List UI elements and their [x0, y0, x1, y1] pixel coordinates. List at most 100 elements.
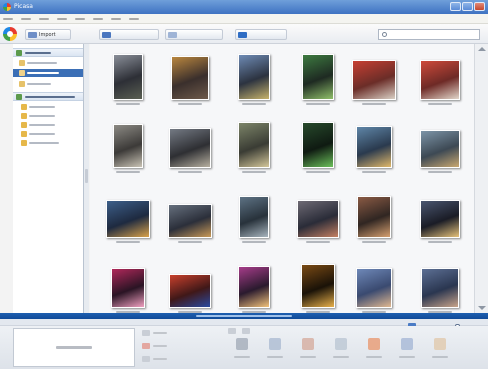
photo-thumbnail[interactable] [168, 204, 212, 238]
clear-label [153, 344, 167, 347]
search-input[interactable] [389, 30, 479, 39]
splitter-grip[interactable] [85, 169, 88, 183]
menu-item-1[interactable] [3, 14, 13, 24]
photo-1[interactable] [113, 54, 143, 106]
photo-thumbnail[interactable] [420, 60, 460, 100]
menu-item-8[interactable] [129, 14, 139, 24]
photo-thumbnail[interactable] [421, 268, 459, 308]
search-icon [382, 32, 387, 37]
photo-thumbnail[interactable] [352, 60, 396, 100]
photo-24[interactable] [421, 268, 459, 313]
photo-6[interactable] [420, 60, 460, 106]
photo-caption [116, 103, 140, 105]
photo-thumbnail[interactable] [238, 122, 270, 168]
minimize-button[interactable] [450, 2, 461, 11]
close-button[interactable] [474, 2, 485, 11]
sidebar-splitter[interactable] [84, 44, 89, 313]
slideshow-button[interactable] [99, 29, 159, 40]
sidebar-item-3[interactable] [13, 81, 83, 87]
shop-button[interactable] [359, 334, 389, 364]
photo-19[interactable] [111, 268, 145, 313]
photo-21[interactable] [238, 266, 270, 313]
photo-thumbnail[interactable] [420, 130, 460, 168]
photo-8[interactable] [169, 128, 211, 174]
sidebar-item-2[interactable] [13, 69, 83, 77]
photo-4[interactable] [302, 54, 334, 106]
photo-22[interactable] [301, 264, 335, 313]
photo-23[interactable] [356, 268, 392, 313]
photo-thumbnail[interactable] [420, 200, 460, 238]
sidebar-item-8[interactable] [13, 140, 83, 146]
photo-thumbnail[interactable] [113, 124, 143, 168]
search-box[interactable] [378, 29, 480, 40]
photo-20[interactable] [169, 274, 211, 313]
photo-3[interactable] [238, 54, 270, 106]
photo-11[interactable] [356, 126, 392, 174]
share-label [234, 356, 250, 358]
photo-thumbnail[interactable] [169, 274, 211, 308]
print-button[interactable] [293, 334, 323, 364]
photo-thumbnail[interactable] [357, 196, 391, 238]
menu-item-6[interactable] [93, 14, 103, 24]
share-button[interactable] [227, 334, 257, 364]
photo-thumbnail[interactable] [302, 54, 334, 100]
photo-10[interactable] [302, 122, 334, 174]
add-to-button[interactable] [142, 354, 167, 363]
photo-7[interactable] [113, 124, 143, 174]
photo-thumbnail[interactable] [238, 266, 270, 308]
export-button[interactable] [326, 334, 356, 364]
sidebar-item-6[interactable] [13, 122, 83, 128]
collage-tray-button[interactable] [425, 334, 455, 364]
photo-thumbnail[interactable] [111, 268, 145, 308]
tree-group-folders[interactable] [13, 92, 83, 101]
chevron-down-icon[interactable] [478, 306, 486, 310]
blog-button[interactable] [392, 334, 422, 364]
photo-13[interactable] [106, 200, 150, 244]
hold-button[interactable] [142, 328, 167, 337]
photo-18[interactable] [420, 200, 460, 244]
photo-5[interactable] [352, 60, 396, 106]
timeline-button[interactable] [165, 29, 223, 40]
photo-15[interactable] [239, 196, 269, 244]
photo-caption [306, 171, 330, 173]
photo-12[interactable] [420, 130, 460, 174]
import-label: Import [39, 31, 56, 38]
menu-item-5[interactable] [75, 14, 85, 24]
photo-thumbnail[interactable] [356, 126, 392, 168]
collage-icon [238, 31, 247, 38]
photo-thumbnail[interactable] [106, 200, 150, 238]
menu-item-2[interactable] [21, 14, 31, 24]
sidebar-item-5[interactable] [13, 113, 83, 119]
menu-item-7[interactable] [111, 14, 121, 24]
vertical-scrollbar[interactable] [474, 44, 488, 313]
sidebar-item-4[interactable] [13, 104, 83, 110]
photo-thumbnail[interactable] [169, 128, 211, 168]
collage-button[interactable] [235, 29, 287, 40]
menu-item-4[interactable] [57, 14, 67, 24]
tree-group-albums[interactable] [13, 48, 83, 57]
chevron-up-icon[interactable] [478, 47, 486, 51]
photo-16[interactable] [297, 200, 339, 244]
menu-item-3[interactable] [39, 14, 49, 24]
clear-button[interactable] [142, 341, 167, 350]
import-button[interactable]: Import [25, 29, 71, 40]
photo-17[interactable] [357, 196, 391, 244]
email-button[interactable] [260, 334, 290, 364]
sidebar-item-label [29, 142, 59, 144]
photo-thumbnail[interactable] [302, 122, 334, 168]
photo-thumbnail[interactable] [356, 268, 392, 308]
photo-thumbnail[interactable] [297, 200, 339, 238]
photo-2[interactable] [171, 56, 209, 106]
photo-thumbnail[interactable] [113, 54, 143, 100]
sidebar-item-1[interactable] [13, 60, 83, 66]
picasa-logo-icon[interactable] [3, 27, 17, 41]
photo-14[interactable] [168, 204, 212, 244]
photo-thumbnail[interactable] [238, 54, 270, 100]
maximize-button[interactable] [462, 2, 473, 11]
sidebar-item-7[interactable] [13, 131, 83, 137]
photo-tray-box[interactable] [13, 328, 135, 367]
photo-9[interactable] [238, 122, 270, 174]
photo-thumbnail[interactable] [239, 196, 269, 238]
photo-thumbnail[interactable] [171, 56, 209, 100]
photo-thumbnail[interactable] [301, 264, 335, 308]
